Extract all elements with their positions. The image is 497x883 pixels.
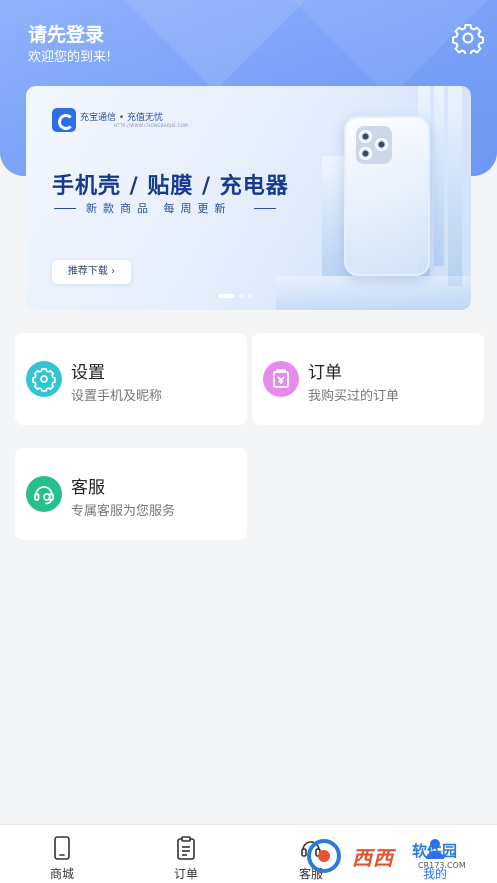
tab-shop[interactable]: 商城: [0, 825, 124, 883]
watermark-logo-icon: [307, 839, 341, 873]
banner-tagline: 新款商品 每周更新: [86, 202, 232, 215]
phone-case-image: [344, 116, 430, 276]
camera-lens-icon: [375, 138, 388, 151]
card-description: 专属客服为您服务: [71, 504, 176, 519]
banner-brand: 充宝通信 • 充值无忧: [80, 113, 164, 123]
settings-card[interactable]: 设置 设置手机及昵称: [15, 333, 247, 425]
camera-module: [356, 126, 392, 164]
customer-service-card[interactable]: 客服 专属客服为您服务: [15, 448, 247, 540]
card-description: 我购买过的订单: [308, 389, 400, 404]
camera-lens-icon: [359, 130, 372, 143]
carousel-indicator: [218, 294, 252, 298]
order-icon: [263, 361, 299, 397]
orders-card[interactable]: 订单 我购买过的订单: [252, 333, 484, 425]
customer-service-icon: [26, 476, 62, 512]
welcome-text: 欢迎您的到来!: [28, 50, 112, 65]
carousel-dot[interactable]: [239, 294, 243, 298]
banner-brand-url: HTTP://WWW.CHONGBAOJIE.COM: [114, 123, 188, 128]
header-decoration: [108, 0, 322, 92]
tagline-divider: [254, 208, 276, 209]
clipboard-icon: [177, 836, 195, 860]
tab-label: 订单: [173, 867, 198, 881]
recommend-download-button[interactable]: 推荐下载 ›: [52, 260, 131, 284]
site-watermark: 西西 软件园 CR173.COM: [300, 836, 490, 876]
settings-icon: [26, 361, 62, 397]
card-title: 客服: [71, 478, 105, 498]
promo-banner[interactable]: 充宝通信 • 充值无忧 HTTP://WWW.CHONGBAOJIE.COM 手…: [26, 86, 471, 310]
phone-icon: [54, 836, 70, 860]
tab-orders[interactable]: 订单: [124, 825, 248, 883]
carousel-dot-active[interactable]: [218, 294, 234, 298]
watermark-text: 软件园: [412, 842, 458, 860]
tab-label: 商城: [49, 867, 74, 881]
watermark-text: 西西: [352, 846, 394, 870]
watermark-url: CR173.COM: [418, 861, 466, 870]
gear-icon[interactable]: [452, 22, 484, 56]
camera-lens-icon: [359, 147, 372, 160]
brand-logo-icon: [52, 108, 76, 132]
banner-decoration: [448, 86, 462, 286]
card-title: 订单: [308, 363, 342, 383]
tagline-divider: [54, 208, 76, 209]
banner-headline: 手机壳 / 贴膜 / 充电器: [52, 174, 289, 199]
banner-decoration: [276, 276, 471, 310]
card-title: 设置: [71, 363, 105, 383]
carousel-dot[interactable]: [248, 294, 252, 298]
card-description: 设置手机及昵称: [71, 389, 163, 404]
banner-decoration: [434, 86, 444, 266]
login-prompt[interactable]: 请先登录: [28, 20, 104, 47]
